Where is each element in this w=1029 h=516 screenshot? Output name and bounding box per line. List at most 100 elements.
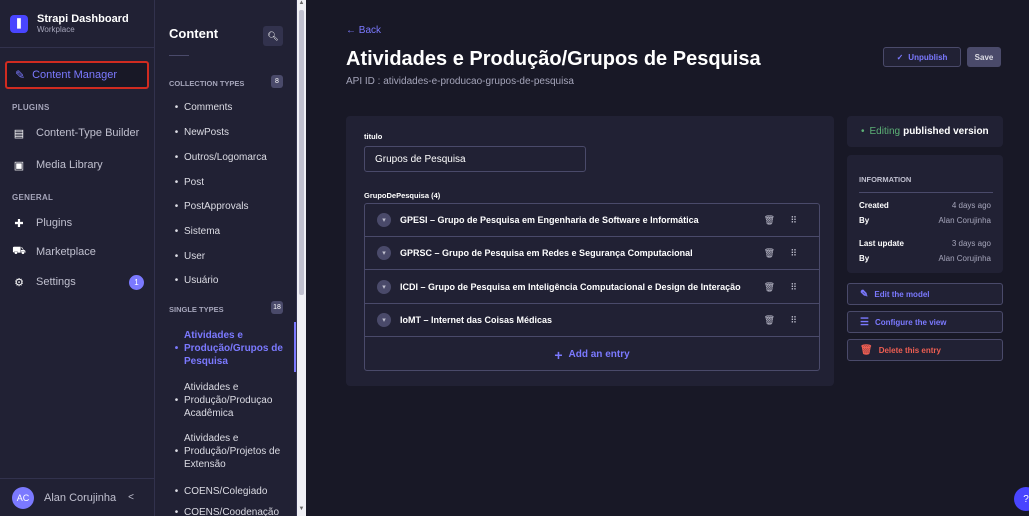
subnav-item-newposts[interactable]: • NewPosts bbox=[169, 126, 289, 139]
nav-settings[interactable]: ⚙ Settings 1 bbox=[12, 272, 144, 292]
scroll-thumb[interactable] bbox=[299, 10, 304, 295]
scroll-down-icon[interactable]: ▼ bbox=[297, 506, 306, 516]
updated-by-label: By bbox=[859, 254, 870, 263]
nav-label: Plugins bbox=[36, 217, 73, 229]
search-button[interactable]: 🔍︎ bbox=[263, 26, 283, 46]
collapse-nav-button[interactable]: < bbox=[128, 492, 134, 503]
nav-media-library[interactable]: ▣ Media Library bbox=[12, 155, 144, 175]
component-row[interactable]: ▾ IoMT – Internet das Coisas Médicas 🗑︎ … bbox=[365, 304, 819, 337]
subnav-item-post[interactable]: • Post bbox=[169, 176, 289, 189]
brand-subtitle: Workplace bbox=[37, 24, 75, 34]
nav-label: Marketplace bbox=[36, 246, 96, 258]
trash-icon: 🗑︎ bbox=[860, 344, 873, 356]
add-entry-button[interactable]: + Add an entry bbox=[365, 338, 819, 371]
status-card: • Editing published version bbox=[847, 116, 1003, 147]
chevron-down-icon[interactable]: ▾ bbox=[377, 313, 391, 327]
component-row[interactable]: ▾ GPRSC – Grupo de Pesquisa em Redes e S… bbox=[365, 237, 819, 270]
info-title: INFORMATION bbox=[859, 175, 912, 184]
main-navigation: ❚ Strapi Dashboard Workplace ✎ Content M… bbox=[0, 0, 155, 516]
information-card: INFORMATION Created 4 days ago By Alan C… bbox=[847, 155, 1003, 273]
page-title: Atividades e Produção/Grupos de Pesquisa bbox=[346, 48, 761, 70]
subnav-item-logomarca[interactable]: • Outros/Logomarca bbox=[169, 151, 289, 164]
gear-icon: ⚙ bbox=[14, 276, 24, 289]
collection-types-title: COLLECTION TYPES bbox=[169, 79, 245, 88]
list-icon: ☰ bbox=[860, 316, 869, 328]
save-button[interactable]: Save bbox=[967, 47, 1001, 67]
component-title: GPESI – Grupo de Pesquisa em Engenharia … bbox=[400, 215, 699, 225]
subnav-item-label: Post bbox=[184, 177, 205, 188]
created-value: 4 days ago bbox=[951, 201, 991, 210]
created-by-value: Alan Corujinha bbox=[938, 216, 991, 225]
component-title: IoMT – Internet das Coisas Médicas bbox=[400, 315, 553, 325]
subnav-item-label: Sistema bbox=[184, 226, 221, 237]
bullet: • bbox=[174, 102, 179, 113]
pencil-icon: ✎ bbox=[860, 288, 869, 300]
subnav-item-label: Outros/Logomarca bbox=[184, 152, 267, 163]
brand-header: ❚ Strapi Dashboard Workplace bbox=[0, 0, 154, 48]
bullet: • bbox=[174, 446, 179, 457]
trash-icon[interactable]: 🗑︎ bbox=[764, 215, 775, 226]
bullet: • bbox=[174, 226, 179, 237]
add-entry-label: Add an entry bbox=[568, 349, 630, 360]
updated-value: 3 days ago bbox=[951, 239, 991, 248]
subnav-title: Content bbox=[169, 26, 219, 41]
bullet: • bbox=[174, 507, 179, 516]
subnav-item-label: NewPosts bbox=[184, 127, 230, 138]
subnav-item-projetos-de-extensao[interactable]: • Atividades e Produção/Projetos de Exten… bbox=[169, 432, 289, 471]
edit-model-button[interactable]: ✎ Edit the model bbox=[847, 283, 1003, 305]
user-bar[interactable]: AC Alan Corujinha < bbox=[0, 478, 155, 516]
trash-icon[interactable]: 🗑︎ bbox=[764, 282, 775, 293]
single-types-count: 18 bbox=[271, 301, 283, 314]
back-link[interactable]: ← Back bbox=[346, 25, 381, 36]
scroll-up-icon[interactable]: ▲ bbox=[297, 0, 306, 10]
nav-content-manager-label: Content Manager bbox=[32, 69, 118, 81]
unpublish-label: Unpublish bbox=[908, 52, 948, 62]
nav-content-type-builder[interactable]: ▤ Content-Type Builder bbox=[12, 123, 144, 143]
back-label: Back bbox=[358, 25, 382, 36]
titulo-input[interactable]: Grupos de Pesquisa bbox=[364, 146, 586, 172]
status-dot-icon: • bbox=[861, 126, 865, 137]
api-id: API ID : atividades-e-producao-grupos-de… bbox=[346, 76, 574, 87]
nav-plugins[interactable]: ✚ Plugins bbox=[12, 213, 144, 233]
delete-entry-button[interactable]: 🗑︎ Delete this entry bbox=[847, 339, 1003, 361]
subnav-item-grupos-de-pesquisa[interactable]: • Atividades e Produção/Grupos de Pesquis… bbox=[169, 329, 289, 368]
drag-handle-icon[interactable]: ⠿ bbox=[790, 282, 797, 293]
subnav-scrollbar[interactable]: ▲ ▼ bbox=[297, 0, 306, 516]
collection-types-count: 8 bbox=[271, 75, 283, 88]
arrow-left-icon: ← bbox=[346, 25, 356, 36]
nav-label: Content-Type Builder bbox=[36, 127, 140, 139]
chevron-down-icon[interactable]: ▾ bbox=[377, 280, 391, 294]
chevron-down-icon[interactable]: ▾ bbox=[377, 213, 391, 227]
subnav-item-label: Atividades e Produção/Projetos de Extens… bbox=[184, 433, 281, 470]
info-divider bbox=[859, 192, 993, 193]
subnav-item-postapprovals[interactable]: • PostApprovals bbox=[169, 200, 289, 213]
trash-icon[interactable]: 🗑︎ bbox=[764, 315, 775, 326]
component-row[interactable]: ▾ GPESI – Grupo de Pesquisa em Engenhari… bbox=[365, 204, 819, 237]
user-name: Alan Corujinha bbox=[44, 491, 117, 504]
help-button[interactable]: ? bbox=[1014, 487, 1029, 511]
created-by-label: By bbox=[859, 216, 870, 225]
trash-icon[interactable]: 🗑︎ bbox=[764, 248, 775, 259]
search-icon: 🔍︎ bbox=[267, 30, 279, 41]
component-row[interactable]: ▾ ICDI – Grupo de Pesquisa em Inteligênc… bbox=[365, 271, 819, 304]
subnav-item-sistema[interactable]: • Sistema bbox=[169, 225, 289, 238]
drag-handle-icon[interactable]: ⠿ bbox=[790, 248, 797, 259]
subnav-item-producao-academica[interactable]: • Atividades e Produção/Produçao Acadêmic… bbox=[169, 381, 289, 420]
delete-entry-label: Delete this entry bbox=[878, 345, 941, 355]
subnav-item-label: Atividades e Produção/Produçao Acadêmica bbox=[184, 382, 273, 419]
drag-handle-icon[interactable]: ⠿ bbox=[790, 215, 797, 226]
configure-view-button[interactable]: ☰ Configure the view bbox=[847, 311, 1003, 333]
unpublish-button[interactable]: ✓ Unpublish bbox=[883, 47, 961, 67]
drag-handle-icon[interactable]: ⠿ bbox=[790, 315, 797, 326]
subnav-item-user[interactable]: • User bbox=[169, 250, 289, 263]
bullet: • bbox=[174, 127, 179, 138]
nav-content-manager[interactable]: ✎ Content Manager bbox=[5, 61, 149, 89]
nav-marketplace[interactable]: ⛟ Marketplace bbox=[12, 242, 144, 262]
updated-label: Last update bbox=[859, 239, 904, 248]
subnav-item-label: COENS/Colegiado bbox=[184, 486, 268, 497]
subnav-item-usuario[interactable]: • Usuário bbox=[169, 274, 289, 287]
subnav-item-comments[interactable]: • Comments bbox=[169, 101, 289, 114]
chevron-down-icon[interactable]: ▾ bbox=[377, 246, 391, 260]
subnav-item-coens-colegiado[interactable]: • COENS/Colegiado bbox=[169, 485, 289, 498]
subnav-item-coens-coodenacao[interactable]: • COENS/Coodenação bbox=[169, 506, 289, 516]
